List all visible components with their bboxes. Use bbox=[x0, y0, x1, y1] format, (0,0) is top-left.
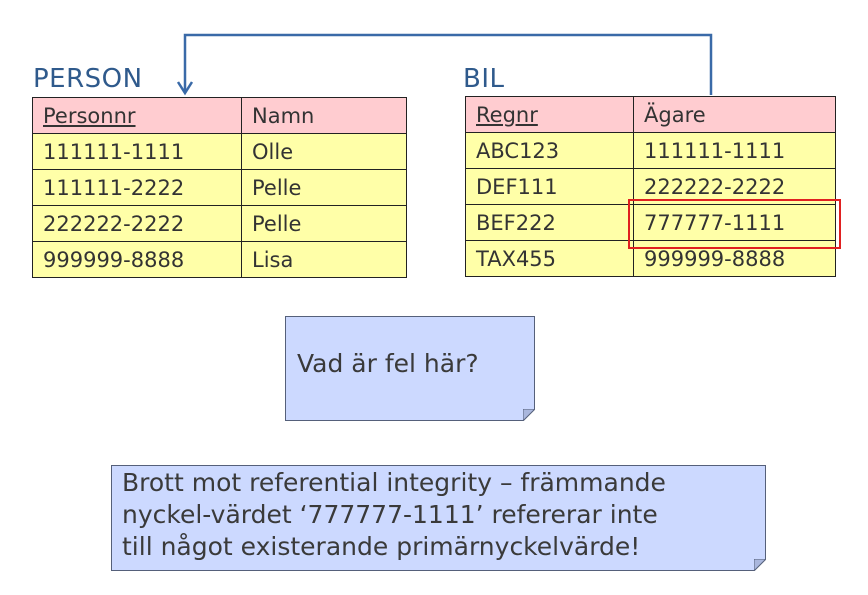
column-header-namn: Namn bbox=[241, 97, 407, 134]
table-row: 111111-2222 Pelle bbox=[32, 169, 407, 206]
arrow-down-icon bbox=[176, 81, 194, 96]
note-fold bbox=[754, 559, 766, 571]
cell-personnr: 999999-8888 bbox=[32, 241, 242, 278]
cell-agare: 111111-1111 bbox=[633, 132, 836, 169]
answer-line: nyckel-värdet ‘777777-1111’ refererar in… bbox=[122, 500, 658, 529]
table-row: ABC123 111111-1111 bbox=[465, 132, 836, 169]
column-header-personnr: Personnr bbox=[32, 97, 242, 134]
question-note: Vad är fel här? bbox=[285, 316, 535, 421]
bil-table: Regnr Ägare ABC123 111111-1111 DEF111 22… bbox=[465, 96, 836, 277]
table-row: 111111-1111 Olle bbox=[32, 133, 407, 170]
column-header-regnr: Regnr bbox=[465, 96, 634, 133]
cell-personnr: 111111-1111 bbox=[32, 133, 242, 170]
answer-line: till något existerande primärnyckelvärde… bbox=[122, 532, 641, 561]
person-table: Personnr Namn 111111-1111 Olle 111111-22… bbox=[32, 97, 407, 278]
cell-regnr: BEF222 bbox=[465, 204, 634, 241]
answer-note: Brott mot referential integrity – främma… bbox=[111, 465, 766, 571]
bil-table-title: BIL bbox=[463, 64, 505, 94]
column-header-agare: Ägare bbox=[633, 96, 836, 133]
cell-personnr: 111111-2222 bbox=[32, 169, 242, 206]
table-row: 222222-2222 Pelle bbox=[32, 205, 407, 242]
cell-regnr: TAX455 bbox=[465, 240, 634, 277]
answer-line: Brott mot referential integrity – främma… bbox=[122, 468, 666, 497]
invalid-value-highlight bbox=[628, 199, 841, 249]
table-header-row: Regnr Ägare bbox=[465, 96, 836, 133]
reference-line bbox=[183, 33, 713, 95]
cell-personnr: 222222-2222 bbox=[32, 205, 242, 242]
table-header-row: Personnr Namn bbox=[32, 97, 407, 134]
cell-regnr: ABC123 bbox=[465, 132, 634, 169]
question-text: Vad är fel här? bbox=[297, 349, 479, 378]
cell-namn: Pelle bbox=[241, 205, 407, 242]
cell-namn: Pelle bbox=[241, 169, 407, 206]
table-row: 999999-8888 Lisa bbox=[32, 241, 407, 278]
cell-namn: Olle bbox=[241, 133, 407, 170]
note-fold bbox=[523, 409, 535, 421]
person-table-title: PERSON bbox=[33, 64, 143, 94]
cell-namn: Lisa bbox=[241, 241, 407, 278]
cell-regnr: DEF111 bbox=[465, 168, 634, 205]
